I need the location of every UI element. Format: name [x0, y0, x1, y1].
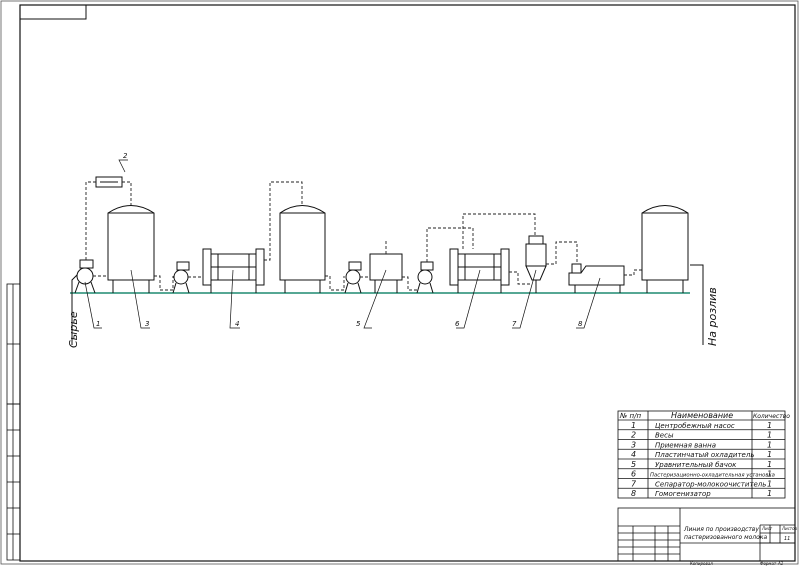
spec-row-1-name: Центробежный насос	[655, 422, 735, 430]
spec-row-4-name: Пластинчатый охладитель	[655, 451, 754, 459]
spec-row-6-num: 6	[631, 470, 636, 479]
spec-header-num: № п/п	[619, 412, 641, 420]
left-margin-stamp	[6, 283, 21, 561]
centrifugal-pump-1	[74, 259, 96, 294]
callout-1: 1	[96, 320, 100, 328]
format-label: Формат	[760, 561, 777, 566]
spec-row-2-name: Весы	[655, 432, 674, 440]
callout-8: 8	[578, 320, 583, 328]
plate-cooler	[202, 248, 265, 293]
spec-row-4-num: 4	[631, 450, 636, 459]
copied-label: Копировал	[690, 561, 713, 566]
spec-row-1-num: 1	[631, 421, 636, 430]
sheets-value: 11	[784, 536, 790, 542]
spec-header-qty: Количество	[753, 413, 790, 420]
input-label-raw-milk: Сырье	[67, 311, 80, 348]
title-block: Линия по производству пастеризованного м…	[617, 507, 798, 562]
title-line-1: Линия по производству	[683, 526, 759, 533]
callout-leaders	[84, 159, 601, 329]
spec-row-5-num: 5	[631, 460, 636, 469]
sheets-label: Листов	[781, 526, 798, 531]
spec-row-6-name: Пастеризационно-охладительная установка	[650, 473, 775, 479]
callout-5: 5	[356, 320, 361, 328]
frame-corner-box	[19, 4, 87, 20]
spec-row-6-qty: 1	[767, 470, 772, 479]
scales	[95, 176, 123, 188]
spec-row-7-qty: 1	[767, 479, 772, 488]
sheet-label: Лист	[761, 526, 773, 531]
spec-row-5-qty: 1	[767, 460, 772, 469]
spec-row-3-num: 3	[631, 440, 636, 449]
technological-scheme-drawing: Сырье На розлив 1 2 3 4 5 6 7 8 № п/п На…	[0, 0, 799, 566]
output-label-bottling: На розлив	[706, 287, 719, 346]
receiving-tank	[107, 205, 155, 293]
spec-row-3-name: Приемная ванна	[655, 441, 716, 449]
title-line-2: пастеризованного молока	[684, 534, 767, 541]
callout-numbers: 1 2 3 4 5 6 7 8	[96, 152, 583, 328]
spec-row-7-num: 7	[631, 479, 637, 488]
centrifugal-pump-4	[416, 261, 434, 294]
callout-6: 6	[455, 320, 460, 328]
spec-row-8-name: Гомогенизатор	[655, 490, 711, 498]
spec-row-2-num: 2	[631, 431, 636, 440]
centrifugal-pump-2	[172, 261, 190, 294]
centrifugal-pump-3	[344, 261, 362, 294]
spec-header-name: Наименование	[671, 411, 733, 420]
callout-4: 4	[235, 320, 239, 328]
spec-row-1-qty: 1	[767, 421, 772, 430]
callout-2: 2	[123, 152, 128, 160]
intermediate-tank	[279, 205, 326, 293]
spec-row-3-qty: 1	[767, 440, 772, 449]
storage-tank-final	[641, 205, 689, 293]
spec-row-8-num: 8	[631, 489, 636, 498]
format-value: А1	[777, 561, 783, 566]
callout-7: 7	[512, 320, 517, 328]
spec-row-5-name: Уравнительный бачок	[655, 461, 737, 469]
spec-row-2-qty: 1	[767, 431, 772, 440]
balance-tank	[369, 253, 403, 293]
spec-row-8-qty: 1	[767, 489, 772, 498]
callout-3: 3	[145, 320, 149, 328]
spec-row-7-name: Сепаратор-молокоочиститель	[655, 480, 766, 488]
spec-row-4-qty: 1	[767, 450, 772, 459]
